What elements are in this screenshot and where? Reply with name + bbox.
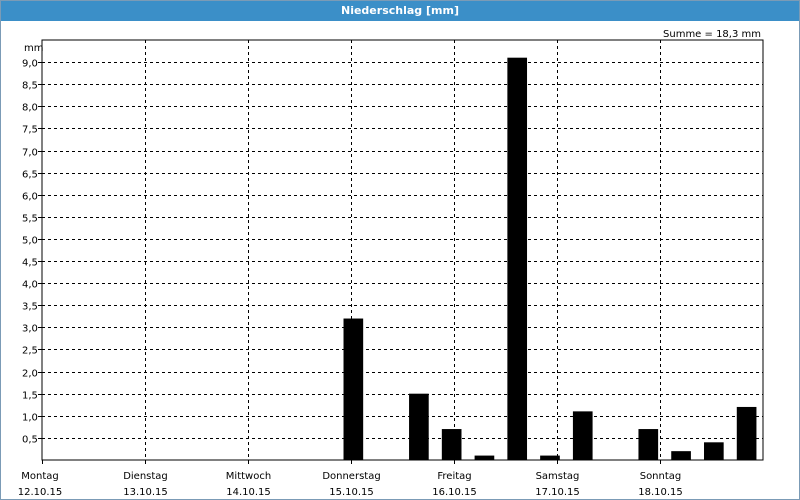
- x-date-label: 18.10.15: [638, 487, 683, 498]
- y-tick-label: 4,0: [22, 280, 38, 291]
- x-day-label: Sonntag: [640, 471, 682, 482]
- precipitation-bar: [540, 455, 560, 460]
- precipitation-bar: [704, 442, 724, 460]
- y-tick-label: 1,0: [22, 413, 38, 424]
- y-tick-label: 2,0: [22, 369, 38, 380]
- precipitation-bar: [474, 455, 495, 460]
- y-tick-label: 3,0: [22, 324, 38, 335]
- x-day-label: Dienstag: [123, 471, 168, 482]
- y-tick-label: 8,0: [22, 103, 38, 114]
- precipitation-chart: 0,5 1,0 1,5 2,0 2,5 3,0 3,5 4,0 4,5 5,0 5,5 6,0 6,5 7…: [18, 29, 764, 498]
- y-tick-label: 7,5: [22, 125, 38, 136]
- x-date-label: 16.10.15: [432, 487, 477, 498]
- x-day-label: Montag: [21, 471, 58, 482]
- y-tick-label: 6,5: [22, 170, 38, 181]
- precipitation-bar: [441, 429, 462, 460]
- y-tick-label: 7,0: [22, 148, 38, 159]
- y-unit-label: mm: [24, 43, 43, 54]
- x-date-label: 12.10.15: [18, 487, 63, 498]
- y-tick-label: 5,0: [22, 236, 38, 247]
- precipitation-bar: [671, 451, 691, 460]
- y-tick-label: 8,5: [22, 81, 38, 92]
- y-tick-label: 6,0: [22, 192, 38, 203]
- precipitation-bar: [409, 393, 429, 460]
- precipitation-bar: [638, 429, 659, 460]
- x-day-label: Freitag: [437, 471, 471, 482]
- x-day-label: Samstag: [536, 471, 580, 482]
- precipitation-bar: [507, 57, 528, 461]
- y-tick-label: 1,5: [22, 391, 38, 402]
- precipitation-bar: [343, 318, 364, 460]
- plot-area: [41, 39, 764, 461]
- y-tick-label: 4,5: [22, 258, 38, 269]
- y-tick-label: 0,5: [22, 435, 38, 446]
- sum-label: Summe = 18,3 mm: [663, 29, 761, 40]
- y-tick-label: 5,5: [22, 214, 38, 225]
- x-day-label: Donnerstag: [322, 471, 380, 482]
- y-tick-label: 9,0: [22, 59, 38, 70]
- y-tick-label: 3,5: [22, 302, 38, 313]
- x-date-label: 14.10.15: [226, 487, 271, 498]
- precipitation-bar: [736, 406, 757, 460]
- y-tick-label: 2,5: [22, 346, 38, 357]
- x-date-label: 13.10.15: [123, 487, 168, 498]
- x-date-label: 17.10.15: [535, 487, 580, 498]
- precipitation-bar: [572, 411, 593, 460]
- x-day-label: Mittwoch: [226, 471, 271, 482]
- x-date-label: 15.10.15: [329, 487, 374, 498]
